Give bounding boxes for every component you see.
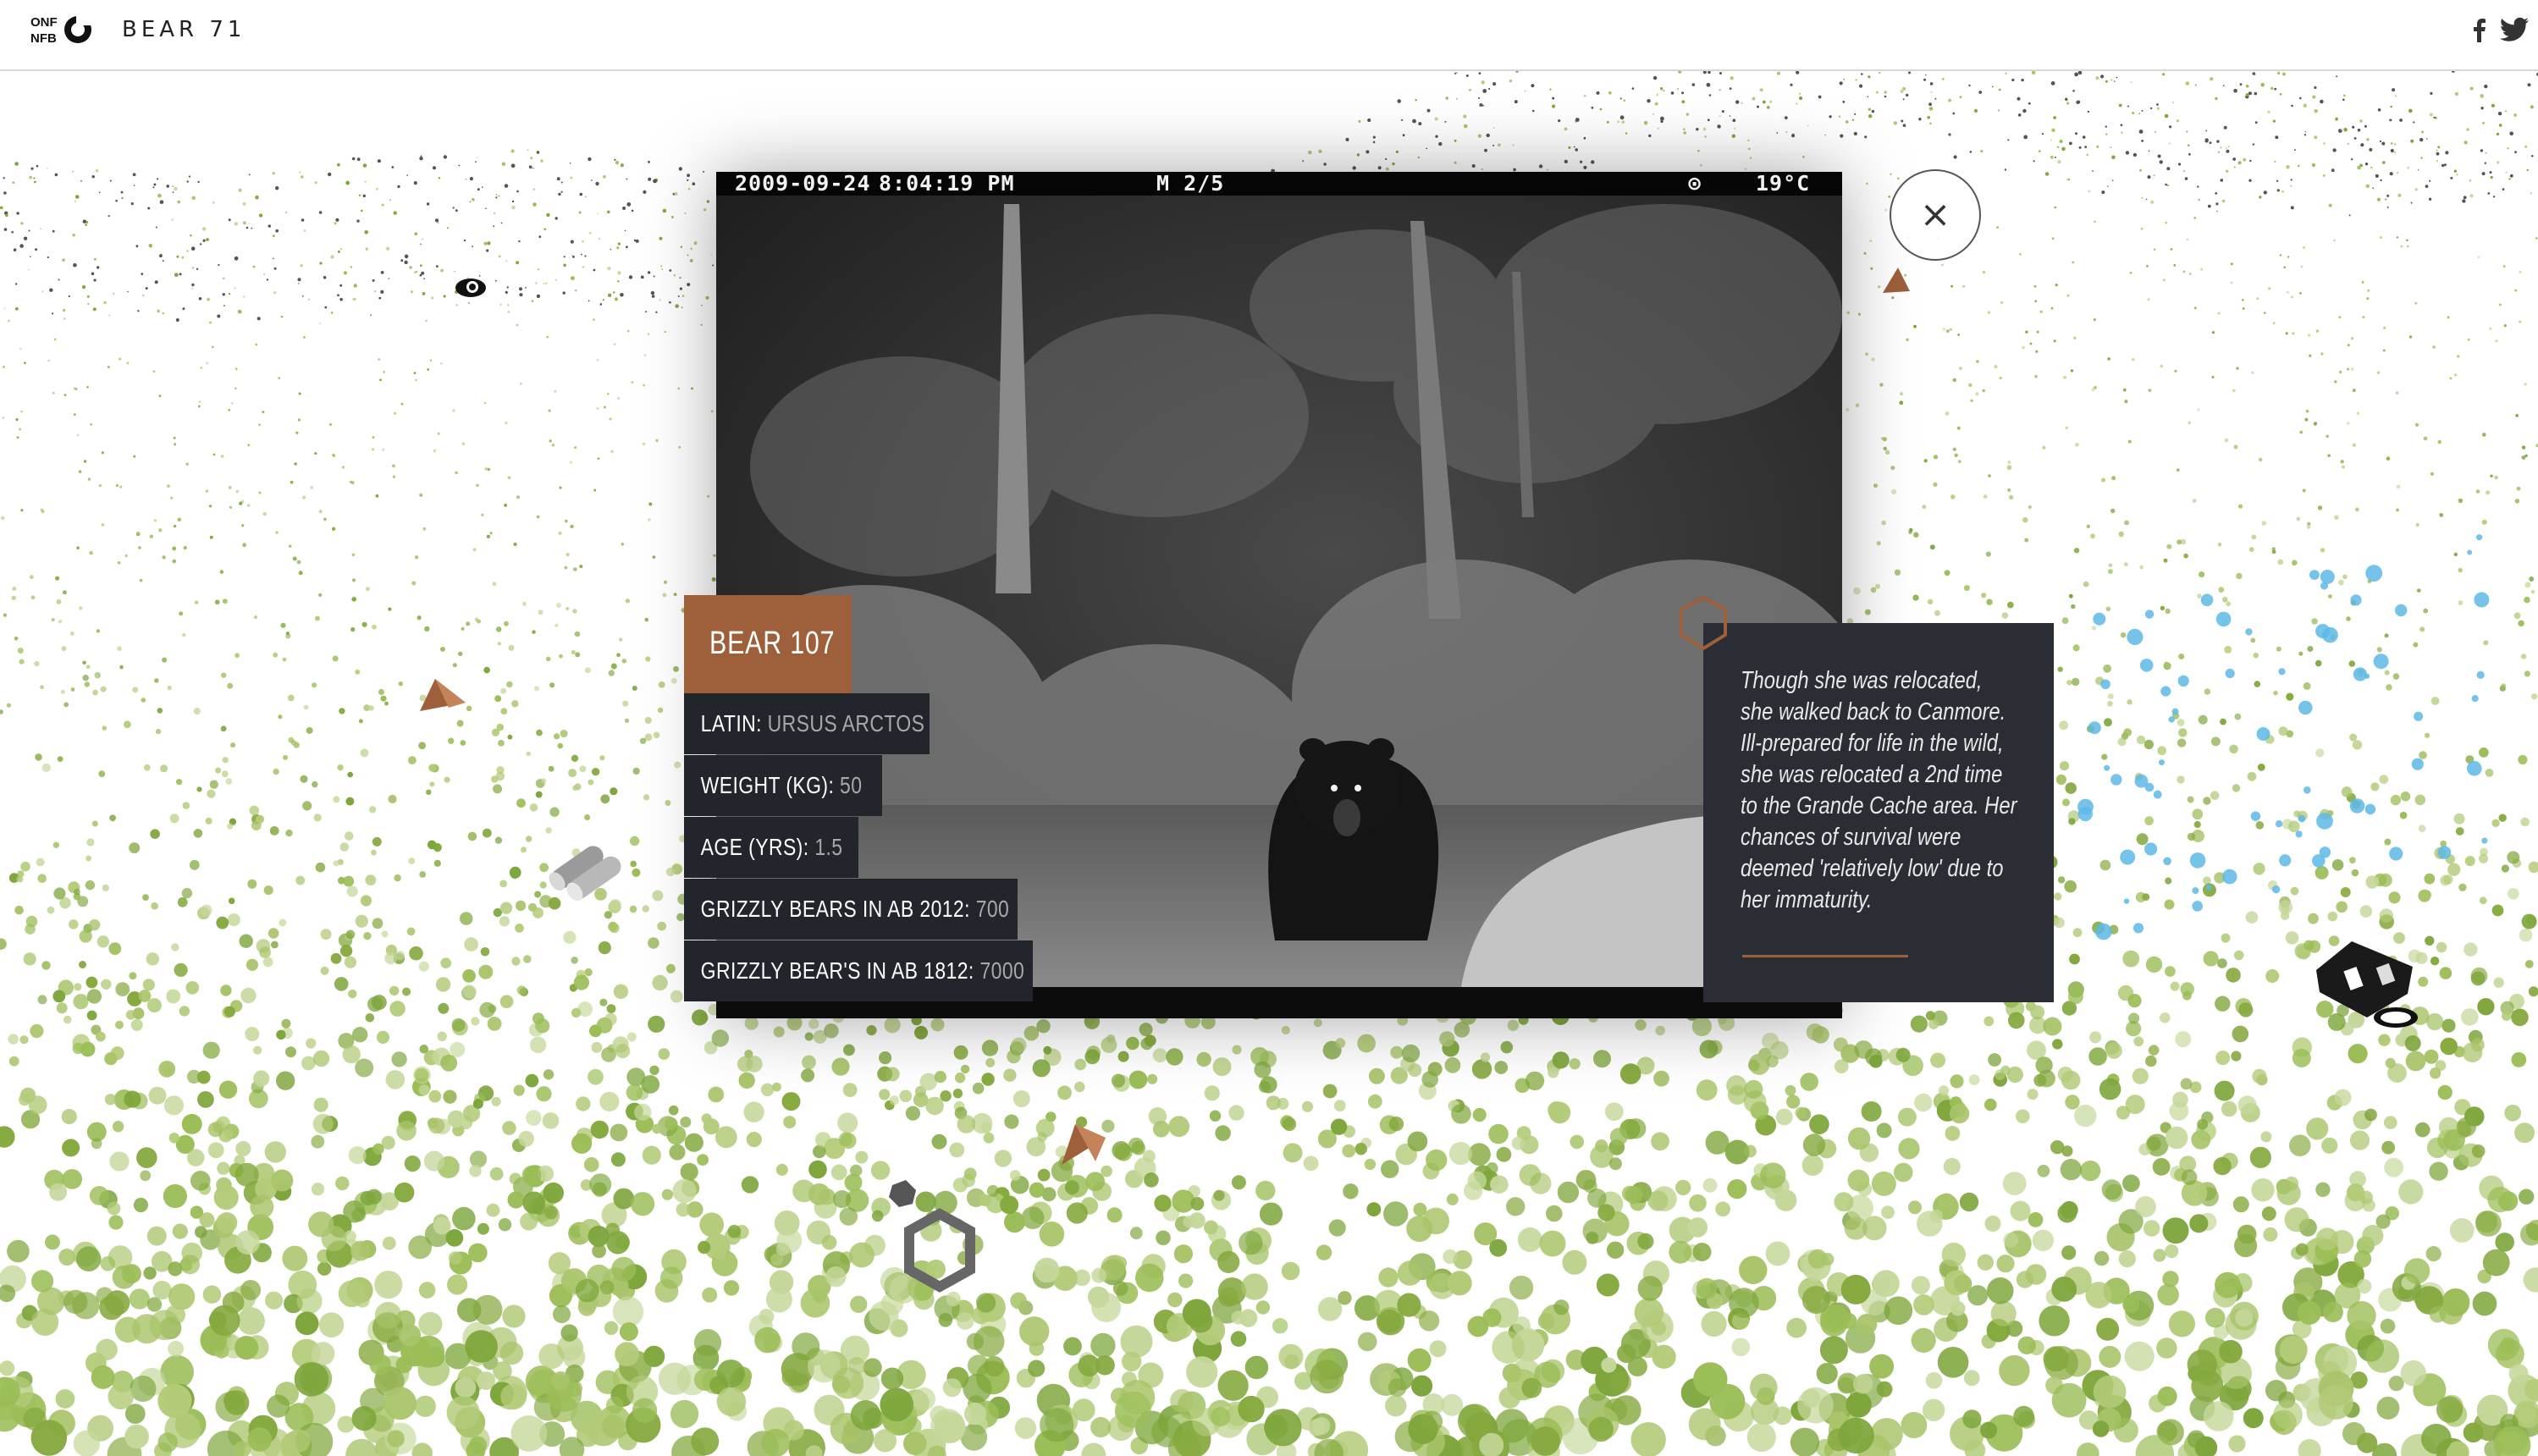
moon-phase-icon: ⊙ [1688, 171, 1702, 196]
stat-value: 1.5 [814, 834, 843, 860]
stat-age: AGE (YRS): 1.5 [684, 817, 858, 878]
bear71-page: ONF NFB BEAR 71 2009-09-24 8:04:19 PM M … [0, 0, 2538, 1456]
hexagon-hotspot-icon[interactable] [1673, 593, 1734, 654]
trail-camera-photo [716, 196, 1842, 987]
bear-name-tag: BEAR 107 [684, 595, 852, 693]
camera-info-strip: 2009-09-24 8:04:19 PM M 2/5 ⊙ 19°C [716, 172, 1842, 196]
camera-date: 2009-09-24 [735, 171, 871, 196]
bear-name: BEAR 107 [709, 626, 836, 661]
pyramid-marker-icon[interactable] [1055, 1121, 1111, 1172]
stat-weight: WEIGHT (KG): 50 [684, 755, 882, 816]
app-title: BEAR 71 [122, 17, 246, 42]
facebook-icon[interactable] [2467, 17, 2492, 42]
close-modal-button[interactable]: × [1890, 169, 1981, 261]
stat-label: GRIZZLY BEAR'S IN AB 1812 [700, 957, 968, 984]
night-forest-bear-image [716, 196, 1842, 987]
stat-label: AGE (YRS) [700, 834, 803, 860]
stat-label: WEIGHT (KG) [700, 772, 829, 798]
onf-nfb-logo[interactable]: ONF NFB [30, 14, 95, 46]
camera-time: 8:04:19 PM [879, 171, 1015, 196]
stat-value: 700 [975, 896, 1010, 922]
camera-temperature: 19°C [1756, 171, 1811, 196]
stat-grizzly-2012: GRIZZLY BEARS IN AB 2012: 700 [684, 879, 1018, 940]
binoculars-icon[interactable] [535, 825, 642, 901]
stat-grizzly-1812: GRIZZLY BEAR'S IN AB 1812: 7000 [684, 940, 1033, 1001]
close-icon: × [1919, 193, 1951, 236]
stat-value: 50 [840, 772, 863, 798]
story-panel: Though she was relocated, she walked bac… [1703, 623, 2054, 1002]
stat-latin: LATIN: URSUS ARCTOS [684, 693, 930, 754]
stat-label: GRIZZLY BEARS IN AB 2012 [700, 896, 965, 922]
pyramid-marker-icon[interactable] [1879, 266, 1913, 296]
trail-camera-icon[interactable] [452, 273, 489, 300]
stat-label: LATIN [700, 710, 757, 736]
logo-nfb-text: NFB [30, 31, 57, 46]
story-text: Though she was relocated, she walked bac… [1741, 667, 2017, 913]
top-bar: ONF NFB BEAR 71 [0, 0, 2538, 71]
logo-onf-text: ONF [30, 15, 58, 30]
story-divider [1742, 955, 1908, 957]
twitter-icon[interactable] [2499, 17, 2530, 42]
hexagon-marker-icon[interactable] [875, 1175, 990, 1326]
stat-value: URSUS ARCTOS [767, 710, 925, 736]
stat-value: 7000 [979, 957, 1025, 984]
camera-mode: M 2/5 [1156, 171, 1225, 196]
pyramid-marker-icon[interactable] [415, 677, 471, 716]
camera-trap-icon[interactable] [2308, 935, 2428, 1034]
